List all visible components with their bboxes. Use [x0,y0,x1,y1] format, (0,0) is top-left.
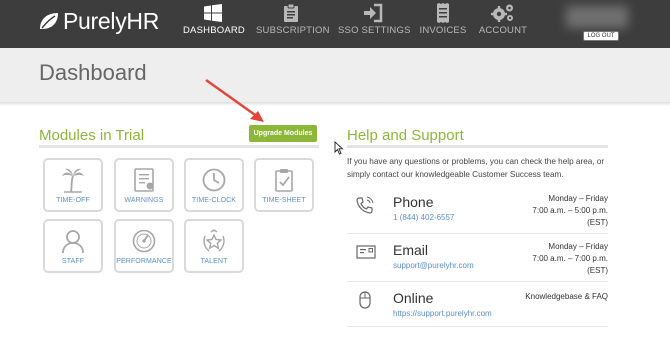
hours-line: (EST) [587,218,608,227]
contact-divider [347,233,608,234]
logout-button[interactable]: LOG OUT [583,31,619,41]
hours-line: Monday – Friday [548,242,608,251]
receipt-icon [437,3,449,23]
contact-divider [347,326,608,327]
contact-online-info: Knowledgebase & FAQ [498,291,608,303]
nav-dashboard-label: DASHBOARD [183,25,245,36]
contact-email-hours: Monday – Friday 7:00 a.m. – 7:00 p.m. (E… [498,241,608,277]
hours-line: (EST) [587,266,608,275]
palm-tree-icon [62,168,84,193]
windows-icon [204,4,222,22]
module-label: TALENT [200,258,228,265]
top-navigation-bar: PurelyHR DASHBOARD SUBSCRIPTION SSO SETT… [0,0,670,48]
module-label: TIME-OFF [56,197,90,204]
hours-line: 7:00 a.m. – 7:00 p.m. [532,254,608,263]
staff-person-icon [62,230,84,254]
nav-sso-settings-label: SSO SETTINGS [338,25,411,36]
module-label: TIME-CLOCK [191,197,237,204]
modules-heading: Modules in Trial [39,127,145,144]
user-info-blurred [566,6,628,28]
upgrade-modules-button[interactable]: Upgrade Modules [249,125,317,142]
module-tile-staff[interactable]: STAFF [43,219,103,273]
module-tile-time-clock[interactable]: TIME-CLOCK [184,158,244,212]
contact-email-link[interactable]: support@purelyhr.com [393,261,474,270]
module-label: STAFF [61,258,85,265]
brand-name: PurelyHR [63,7,160,34]
contact-phone-title: Phone [393,194,434,210]
help-heading: Help and Support [347,127,464,144]
module-label: TIME-SHEET [262,197,306,204]
module-tile-time-off[interactable]: TIME-OFF [43,158,103,212]
nav-subscription[interactable]: SUBSCRIPTION [256,3,330,41]
clipboard-icon [284,3,298,22]
contact-divider [347,281,608,282]
nav-invoices[interactable]: INVOICES [418,3,468,41]
envelope-icon [356,245,376,259]
nav-sso-settings[interactable]: SSO SETTINGS [338,3,411,41]
leaf-logo-icon [40,13,58,29]
hours-line: 7:00 a.m. – 5:00 p.m. [532,206,608,215]
nav-account-label: ACCOUNT [478,25,528,36]
module-tile-time-sheet[interactable]: TIME-SHEET [254,158,314,212]
star-laurel-icon [203,229,225,252]
gears-icon [491,4,513,22]
module-tile-performance[interactable]: PERFORMANCE [114,219,174,273]
module-label: WARNINGS [124,197,164,204]
help-heading-rule [347,145,608,148]
nav-dashboard[interactable]: DASHBOARD [183,3,245,41]
annotation-arrow-icon [205,78,264,122]
page-title: Dashboard [39,60,147,85]
nav-invoices-label: INVOICES [419,25,467,36]
help-intro-text: If you have any questions or problems, y… [347,157,605,179]
warning-document-icon [134,168,154,192]
mouse-icon [359,291,371,309]
nav-subscription-label: SUBSCRIPTION [256,25,330,36]
clock-icon [202,168,226,192]
modules-heading-rule [39,145,319,148]
nav-account[interactable]: ACCOUNT [478,3,528,41]
timesheet-clipboard-icon [275,169,293,192]
contact-phone-hours: Monday – Friday 7:00 a.m. – 5:00 p.m. (E… [498,193,608,229]
module-tile-talent[interactable]: TALENT [184,219,244,273]
contact-phone-link[interactable]: 1 (844) 402-6557 [393,213,454,222]
gauge-icon [132,229,156,253]
info-line: Knowledgebase & FAQ [525,292,608,301]
contact-email-title: Email [393,242,429,258]
hours-line: Monday – Friday [548,194,608,203]
module-tile-warnings[interactable]: WARNINGS [114,158,174,212]
module-label: PERFORMANCE [116,258,172,265]
header-shadow-divider [0,102,670,106]
mouse-cursor-icon [334,141,344,155]
contact-online-link[interactable]: https://support.purelyhr.com [393,309,492,318]
contact-online-title: Online [393,290,434,306]
phone-icon [356,196,374,214]
sign-in-icon [364,3,383,23]
brand-logo[interactable]: PurelyHR [38,8,159,34]
